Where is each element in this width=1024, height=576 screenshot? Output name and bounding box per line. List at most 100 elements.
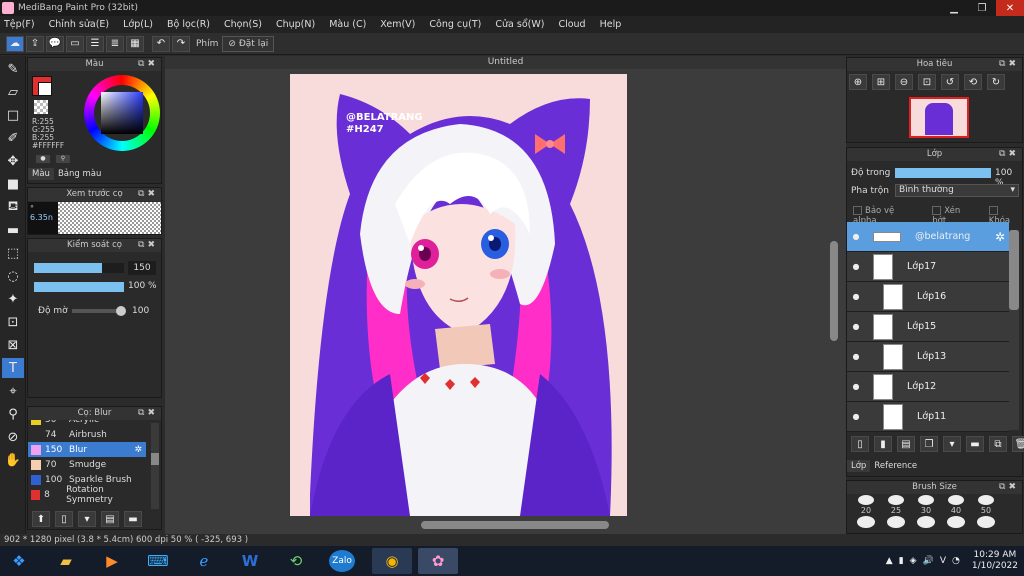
new-layer-icon[interactable]: ▯	[851, 436, 869, 452]
horizontal-scrollbar[interactable]	[175, 520, 835, 530]
layer-opacity-slider[interactable]	[895, 168, 991, 178]
new-brush-icon[interactable]: ▯	[55, 511, 73, 527]
fit-window-icon[interactable]: ⊡	[918, 74, 936, 90]
visibility-icon[interactable]: ●	[849, 322, 863, 331]
app-tray-icon[interactable]: ◈	[910, 556, 917, 566]
layer-row[interactable]: ● Lớp11	[847, 402, 1009, 432]
zalo-icon[interactable]: Zalo	[324, 548, 360, 574]
pen-tool-icon[interactable]: ✐	[2, 128, 24, 148]
select-eraser-icon[interactable]: ⊠	[2, 335, 24, 355]
delete-layer-icon[interactable]: 🗑	[1012, 436, 1024, 452]
layer-scroll-thumb[interactable]	[1009, 230, 1019, 310]
add-brush-icon[interactable]: ⬆	[32, 511, 50, 527]
fill-tool-icon[interactable]: ■	[2, 174, 24, 194]
zoom-in-icon[interactable]: ⊕	[849, 74, 867, 90]
move-tool-icon[interactable]: ✥	[2, 151, 24, 171]
layer-row[interactable]: ● Lớp17	[847, 252, 1009, 282]
network-icon[interactable]: ▮	[899, 556, 904, 566]
tab-color[interactable]: Màu	[28, 168, 54, 180]
transparent-swatch[interactable]	[34, 100, 48, 114]
document-icon[interactable]: ☰	[86, 35, 104, 52]
medibang-taskbar-icon[interactable]: ✿	[418, 548, 458, 574]
layer-row[interactable]: ● @belatrang ✲	[847, 222, 1009, 252]
brush-size-cell[interactable]: 20	[851, 495, 881, 528]
layer-row[interactable]: ● Lớp12	[847, 372, 1009, 402]
brush-item[interactable]: 50Acrylic	[28, 420, 146, 427]
brush-opacity-slider[interactable]	[34, 282, 124, 292]
tray-arrow-icon[interactable]: ▲	[886, 556, 893, 566]
text-tool-icon[interactable]: T	[2, 358, 24, 378]
operation-tool-icon[interactable]: ⌖	[2, 381, 24, 401]
layer-row[interactable]: ● Lớp16	[847, 282, 1009, 312]
select-tool-icon[interactable]: ⬚	[2, 243, 24, 263]
blur-tool-icon[interactable]: ⊘	[2, 427, 24, 447]
menu-cloud[interactable]: Cloud	[558, 19, 585, 30]
lasso-tool-icon[interactable]: ◌	[2, 266, 24, 286]
page-icon[interactable]: ▭	[66, 35, 84, 52]
brush-item[interactable]: 8 Rotation Symmetry	[28, 485, 146, 505]
menu-window[interactable]: Cửa sổ(W)	[495, 19, 544, 30]
horizontal-scroll-thumb[interactable]	[421, 521, 609, 529]
tab-layer[interactable]: Lớp	[847, 460, 871, 472]
hand-tool-icon[interactable]: ✋	[2, 450, 24, 470]
rotate-reset-icon[interactable]: ⟲	[964, 74, 982, 90]
color-mode-button[interactable]: ●	[36, 155, 50, 163]
panel-controls-icon[interactable]: ⧉✖	[138, 58, 158, 71]
panel-controls-icon[interactable]: ⧉✖	[999, 481, 1019, 494]
visibility-icon[interactable]: ●	[849, 412, 863, 421]
rotate-left-icon[interactable]: ↺	[941, 74, 959, 90]
layer-row[interactable]: ● Lớp15	[847, 312, 1009, 342]
brush-size-cell[interactable]: 50	[971, 495, 1001, 528]
media-player-icon[interactable]: ▶	[94, 548, 130, 574]
visibility-icon[interactable]: ●	[849, 352, 863, 361]
panel-controls-icon[interactable]: ⧉✖	[138, 239, 158, 252]
minimize-button[interactable]: ▁	[940, 0, 968, 16]
unikey-icon[interactable]: ⌨	[140, 548, 176, 574]
layer-row[interactable]: ● Lớp13	[847, 342, 1009, 372]
brush-item[interactable]: 70 Smudge	[28, 457, 146, 472]
visibility-icon[interactable]: ●	[849, 292, 863, 301]
cloud-icon[interactable]: ☁	[6, 35, 24, 52]
tab-reference[interactable]: Reference	[870, 460, 921, 472]
brush-list-scrollbar[interactable]	[151, 423, 159, 509]
menu-tools[interactable]: Công cụ(T)	[429, 19, 481, 30]
menu-snap[interactable]: Chụp(N)	[276, 19, 315, 30]
brush-size-cell[interactable]: 30	[911, 495, 941, 528]
background-color-swatch[interactable]	[38, 82, 52, 96]
visibility-icon[interactable]: ●	[849, 232, 863, 241]
volume-icon[interactable]: 🔊	[923, 556, 934, 566]
duplicate-layer-icon[interactable]: ❐	[920, 436, 938, 452]
chrome-icon[interactable]: ◉	[372, 548, 412, 574]
navigator-thumbnail[interactable]	[909, 97, 969, 138]
visibility-icon[interactable]: ●	[849, 382, 863, 391]
new-halftone-layer-icon[interactable]: ▤	[897, 436, 915, 452]
menu-color[interactable]: Màu (C)	[329, 19, 366, 30]
start-button[interactable]: ❖	[4, 548, 34, 574]
list-icon[interactable]: ≣	[106, 35, 124, 52]
close-button[interactable]: ✕	[996, 0, 1024, 16]
internet-explorer-icon[interactable]: ℯ	[186, 548, 222, 574]
menu-edit[interactable]: Chỉnh sửa(E)	[49, 19, 110, 30]
ime-indicator[interactable]: V	[940, 556, 946, 566]
menu-layer[interactable]: Lớp(L)	[123, 19, 153, 30]
share-icon[interactable]: ⇪	[26, 35, 44, 52]
clock[interactable]: 10:29 AM 1/10/2022	[972, 550, 1018, 572]
reset-button[interactable]: ⊘ Đặt lại	[222, 35, 275, 52]
comment-icon[interactable]: 💬	[46, 35, 64, 52]
zoom-fit-icon[interactable]: ⊞	[872, 74, 890, 90]
menu-filter[interactable]: Bộ lọc(R)	[167, 19, 210, 30]
panel-controls-icon[interactable]: ⧉✖	[138, 407, 158, 420]
menu-file[interactable]: Tệp(F)	[4, 19, 35, 30]
select-pen-icon[interactable]: ⊡	[2, 312, 24, 332]
restore-button[interactable]: ❐	[968, 0, 996, 16]
artwork-canvas[interactable]: @BELATRANG #H247	[290, 74, 627, 516]
hue-wheel[interactable]	[84, 75, 160, 151]
greenshot-icon[interactable]: ⟲	[278, 548, 314, 574]
panel-controls-icon[interactable]: ⧉✖	[138, 188, 158, 201]
gradient-tool-icon[interactable]: ▬	[2, 220, 24, 240]
file-explorer-icon[interactable]: ▰	[48, 548, 84, 574]
undo-icon[interactable]: ↶	[152, 35, 170, 52]
grid-icon[interactable]: ▦	[126, 35, 144, 52]
vertical-scroll-thumb[interactable]	[830, 241, 838, 341]
brush-size-cell[interactable]: 25	[881, 495, 911, 528]
